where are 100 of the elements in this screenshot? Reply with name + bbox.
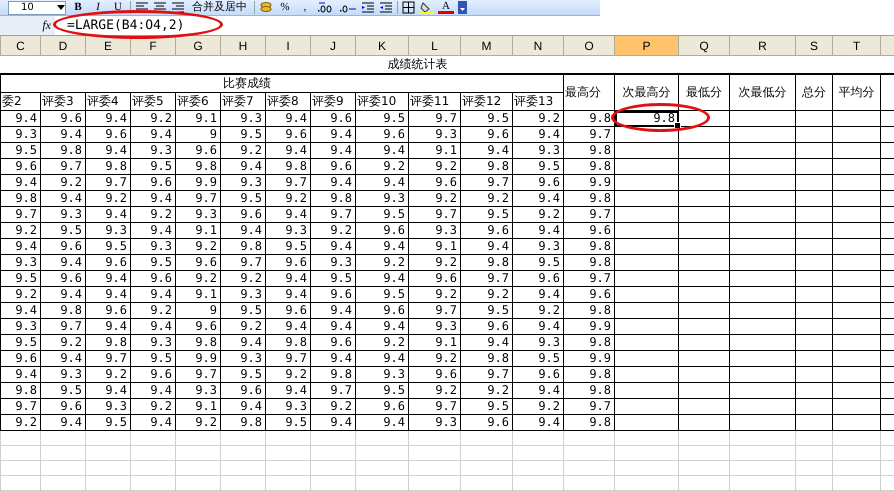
table-cell: 9.1 xyxy=(408,142,460,158)
italic-button[interactable]: I xyxy=(90,0,106,15)
table-cell: 9.3 xyxy=(0,318,40,334)
selected-cell[interactable]: 9.8 xyxy=(614,110,678,126)
column-header[interactable]: T xyxy=(832,36,880,56)
table-cell: 9.5 xyxy=(512,254,564,270)
comma-style-button[interactable]: , xyxy=(297,0,313,15)
align-right-icon[interactable] xyxy=(171,1,185,14)
formula-text[interactable]: =LARGE(B4:O4,2) xyxy=(55,16,184,35)
table-cell: 9.8 xyxy=(564,238,614,254)
table-cell: 9.2 xyxy=(40,334,86,350)
table-cell: 9.1 xyxy=(176,286,220,302)
table-cell: 9.2 xyxy=(40,174,86,190)
column-header[interactable]: N xyxy=(512,36,564,56)
table-cell: 9.2 xyxy=(460,382,512,398)
column-header[interactable]: K xyxy=(356,36,408,56)
table-cell: 9.5 xyxy=(356,286,408,302)
table-cell: 9.2 xyxy=(356,158,408,174)
table-cell: 9.4 xyxy=(310,318,356,334)
outdent-icon[interactable] xyxy=(361,1,375,14)
table-cell: 9.8 xyxy=(564,110,614,126)
table-cell: 9.1 xyxy=(176,222,220,238)
table-cell: 9.4 xyxy=(310,302,356,318)
table-cell: 9.3 xyxy=(176,206,220,222)
table-cell: 9.8 xyxy=(220,414,266,430)
table-cell: 9.7 xyxy=(460,270,512,286)
table-cell: 9.7 xyxy=(310,382,356,398)
table-cell: 9.4 xyxy=(40,126,86,142)
table-cell: 9.6 xyxy=(408,366,460,382)
table-cell: 9.9 xyxy=(564,350,614,366)
table-cell: 9.7 xyxy=(176,366,220,382)
table-cell: 9.4 xyxy=(0,110,40,126)
borders-icon[interactable] xyxy=(402,1,416,14)
column-header[interactable]: I xyxy=(266,36,310,56)
percent-style-button[interactable]: % xyxy=(277,0,293,15)
column-header[interactable]: J xyxy=(310,36,356,56)
table-cell: 9.4 xyxy=(356,270,408,286)
table-cell: 9.4 xyxy=(310,350,356,366)
table-cell: 9.2 xyxy=(512,302,564,318)
table-cell: 9.8 xyxy=(266,158,310,174)
table-cell: 9.6 xyxy=(310,286,356,302)
dropdown-arrow-icon[interactable] xyxy=(57,4,65,10)
table-cell: 9.7 xyxy=(408,398,460,414)
sheet-title: 成绩统计表 xyxy=(0,56,894,74)
table-cell: 9.3 xyxy=(40,206,86,222)
font-size-field[interactable]: 10 xyxy=(8,0,66,14)
table-cell: 9.2 xyxy=(130,206,176,222)
merge-center-button[interactable]: 合并及居中 xyxy=(189,0,250,15)
table-cell: 9.8 xyxy=(176,158,220,174)
table-cell: 9.2 xyxy=(130,398,176,414)
column-header[interactable]: M xyxy=(460,36,512,56)
table-cell: 9.4 xyxy=(266,286,310,302)
toolbar-options-icon[interactable] xyxy=(458,1,467,14)
column-header[interactable]: G xyxy=(176,36,220,56)
column-header[interactable]: S xyxy=(796,36,832,56)
table-cell: 9.6 xyxy=(512,366,564,382)
table-cell: 9.3 xyxy=(408,414,460,430)
table-cell: 9.4 xyxy=(130,190,176,206)
fill-handle[interactable] xyxy=(674,122,681,129)
indent-icon[interactable] xyxy=(379,1,393,14)
table-cell: 9.5 xyxy=(40,222,86,238)
column-header[interactable]: L xyxy=(408,36,460,56)
column-header[interactable]: O xyxy=(564,36,614,56)
table-cell: 9.2 xyxy=(408,190,460,206)
table-cell: 9.2 xyxy=(130,110,176,126)
table-cell: 9.4 xyxy=(460,334,512,350)
table-cell: 9.2 xyxy=(220,318,266,334)
table-cell: 9.2 xyxy=(408,158,460,174)
table-cell: 9.8 xyxy=(564,366,614,382)
table-cell: 9.3 xyxy=(408,318,460,334)
coins-icon[interactable] xyxy=(259,1,273,14)
table-cell: 9.6 xyxy=(460,414,512,430)
table-cell: 9.7 xyxy=(564,126,614,142)
paint-bucket-icon[interactable] xyxy=(420,1,434,14)
column-header[interactable]: Q xyxy=(678,36,730,56)
column-header[interactable]: H xyxy=(220,36,266,56)
bold-button[interactable]: B xyxy=(70,0,86,15)
column-heading: 最低分 xyxy=(678,74,730,110)
table-cell: 9.5 xyxy=(460,110,512,126)
table-cell: 9.4 xyxy=(130,126,176,142)
table-cell: 9.3 xyxy=(408,126,460,142)
table-cell: 9.4 xyxy=(512,222,564,238)
table-cell: 9.4 xyxy=(310,142,356,158)
column-heading: 评委3 xyxy=(40,92,86,110)
table-cell: 9.2 xyxy=(356,254,408,270)
column-header[interactable]: P xyxy=(614,36,678,56)
table-cell: 9.5 xyxy=(310,270,356,286)
table-cell: 9.3 xyxy=(0,254,40,270)
table-cell: 9.4 xyxy=(220,398,266,414)
column-header[interactable]: R xyxy=(730,36,796,56)
table-cell: 9.5 xyxy=(86,238,130,254)
underline-button[interactable]: U xyxy=(110,0,126,15)
column-header[interactable]: C xyxy=(0,36,40,56)
column-header[interactable]: D xyxy=(40,36,86,56)
table-cell: 9.5 xyxy=(0,270,40,286)
table-cell: 9.3 xyxy=(266,222,310,238)
insert-function-icon[interactable]: fx xyxy=(42,18,51,33)
table-cell: 9.2 xyxy=(460,286,512,302)
column-heading: 最高分 xyxy=(564,74,614,110)
table-cell: 9.8 xyxy=(0,382,40,398)
